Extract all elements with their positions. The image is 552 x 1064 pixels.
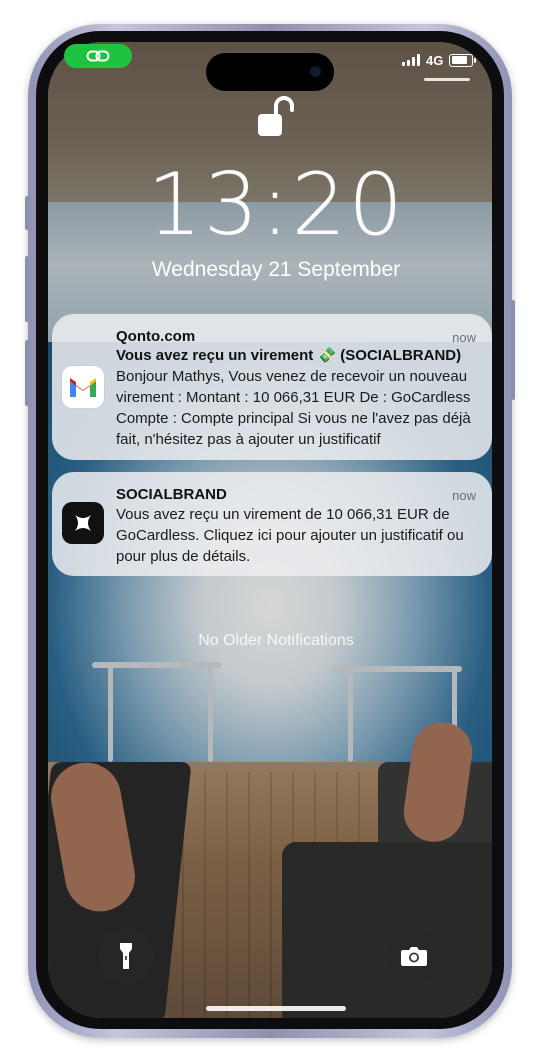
notification-body: Bonjour Mathys, Vous venez de recevoir u… (116, 368, 471, 448)
connection-indicator[interactable] (64, 44, 132, 68)
notification-card[interactable]: Qonto.com Vous avez reçu un virement 💸 (… (52, 314, 492, 460)
notification-app-name: SOCIALBRAND (116, 486, 227, 503)
lock-screen-date: Wednesday 21 September (151, 258, 401, 281)
camera-button[interactable] (386, 928, 442, 984)
dynamic-island (206, 53, 334, 91)
front-camera (310, 66, 321, 77)
cellular-signal-icon (402, 54, 420, 66)
battery-icon (449, 53, 477, 67)
link-icon (86, 50, 110, 62)
notification-time: now (452, 330, 476, 345)
notification-title: Vous avez reçu un virement 💸 (SOCIALBRAN… (116, 347, 462, 364)
notification-body: Vous avez reçu un virement de 10 066,31 … (116, 506, 464, 565)
network-type: 4G (426, 52, 444, 68)
power-button (511, 300, 515, 400)
notification-time: now (452, 488, 476, 503)
unlocked-icon (258, 96, 294, 136)
notification-card[interactable]: SOCIALBRAND Vous avez reçu un virement d… (52, 472, 492, 576)
notification-app-name: Qonto.com (116, 328, 196, 345)
socialbrand-x-icon (62, 502, 104, 544)
flashlight-button[interactable] (98, 928, 154, 984)
lock-screen-time: 13:20 (147, 155, 405, 255)
control-center-indicator[interactable] (424, 78, 470, 81)
volume-down-button (25, 340, 29, 406)
gmail-icon (62, 366, 104, 408)
status-indicators: 4G (402, 50, 477, 70)
flashlight-icon (120, 943, 132, 969)
camera-icon (401, 947, 427, 966)
home-indicator[interactable] (206, 1006, 346, 1011)
no-older-notifications-label: No Older Notifications (198, 632, 354, 649)
